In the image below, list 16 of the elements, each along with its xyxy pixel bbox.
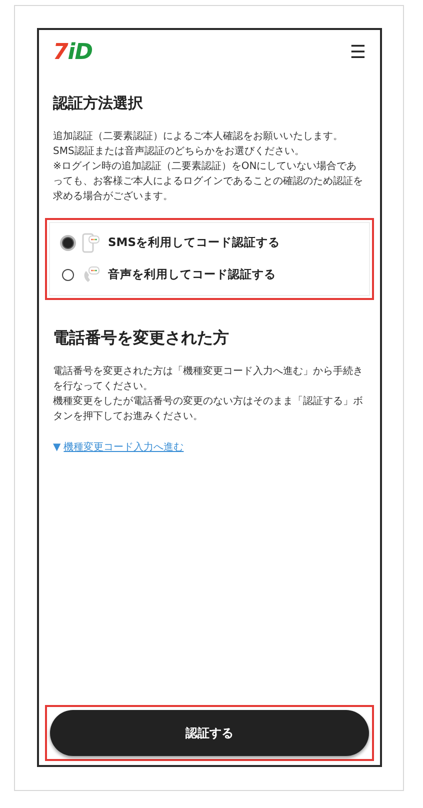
menu-button[interactable]: ☰ <box>350 44 366 62</box>
description-text: 電話番号を変更された方は「機種変更コード入力へ進む」から手続きを行なってください。 <box>53 364 364 394</box>
section-title: 電話番号を変更された方 <box>52 326 230 348</box>
handset-message-icon <box>82 264 100 284</box>
description-text: ※ログイン時の追加認証（二要素認証）をONにしていない場合であっても、お客様ご本人によるログインであることの確認のため認証を求める場合がございます。 <box>53 160 364 204</box>
radio-option[interactable]: SMSを利用してコード認証する <box>62 232 357 252</box>
radio-option[interactable]: 音声を利用してコード認証する <box>62 264 357 284</box>
phone-message-icon <box>82 232 100 252</box>
submit-button[interactable]: 認証する <box>50 710 369 756</box>
description-text: SMS認証または音声認証のどちらかをお選びください。 <box>53 144 306 158</box>
radio-button[interactable] <box>62 236 74 248</box>
logo[interactable]: 7iD <box>53 42 92 64</box>
section-title: 認証方法選択 <box>52 93 144 114</box>
description-text: 追加認証（二要素認証）によるご本人確認をお願いいたします。 <box>53 130 344 144</box>
radio-button[interactable] <box>62 268 74 280</box>
description-text: 機種変更をしたが電話番号の変更のない方はそのまま「認証する」ボタンを押下してお進みください。 <box>53 394 364 424</box>
